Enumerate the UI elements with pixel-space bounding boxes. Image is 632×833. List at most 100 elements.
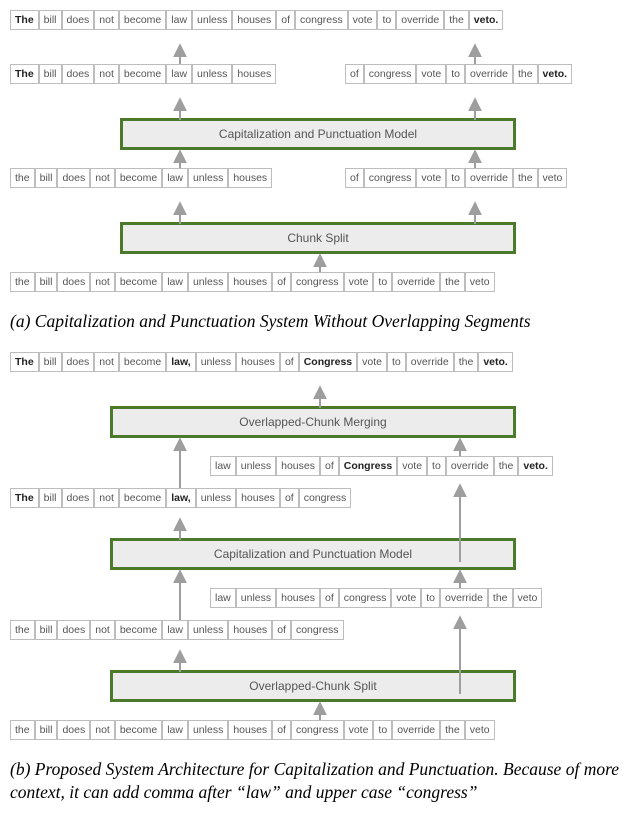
- token: the: [444, 10, 469, 30]
- token: to: [421, 588, 440, 608]
- cap-punct-model-box: Capitalization and Punctuation Model: [120, 118, 516, 150]
- figure-a: Thebilldoesnotbecomelawunlesshousesofcon…: [10, 10, 622, 302]
- token: override: [392, 720, 440, 740]
- token: does: [57, 168, 90, 188]
- token: the: [10, 720, 35, 740]
- token: vote: [416, 168, 446, 188]
- token: unless: [192, 64, 232, 84]
- token: of: [276, 10, 295, 30]
- token: houses: [236, 488, 280, 508]
- token: unless: [188, 168, 228, 188]
- token: the: [440, 272, 465, 292]
- token: the: [513, 168, 538, 188]
- token: houses: [232, 64, 276, 84]
- token: of: [345, 64, 364, 84]
- token: unless: [236, 456, 276, 476]
- token: does: [62, 64, 95, 84]
- token: override: [392, 272, 440, 292]
- token: override: [396, 10, 444, 30]
- token: not: [94, 64, 119, 84]
- chunk-split-box: Chunk Split: [120, 222, 516, 254]
- token: unless: [188, 720, 228, 740]
- token: the: [513, 64, 538, 84]
- token: of: [272, 620, 291, 640]
- token: vote: [344, 720, 374, 740]
- token: to: [387, 352, 406, 372]
- token: congress: [364, 64, 417, 84]
- token: veto.: [518, 456, 553, 476]
- token: the: [494, 456, 519, 476]
- token: override: [465, 64, 513, 84]
- token: congress: [364, 168, 417, 188]
- token: veto: [465, 272, 495, 292]
- token: vote: [397, 456, 427, 476]
- token: Congress: [339, 456, 397, 476]
- token: of: [280, 352, 299, 372]
- token: not: [90, 168, 115, 188]
- input-row: thebilldoesnotbecomelawunlesshousesofcon…: [10, 272, 622, 302]
- token: does: [57, 620, 90, 640]
- token: congress: [299, 488, 352, 508]
- token: become: [119, 64, 166, 84]
- token: the: [454, 352, 479, 372]
- token: bill: [35, 620, 58, 640]
- token: to: [446, 64, 465, 84]
- overlap-merge-box: Overlapped-Chunk Merging: [110, 406, 516, 438]
- token: vote: [357, 352, 387, 372]
- token: to: [373, 720, 392, 740]
- token: vote: [348, 10, 378, 30]
- segmented-input-row: thebilldoesnotbecomelawunlesshouses ofco…: [10, 168, 622, 198]
- token: veto.: [538, 64, 573, 84]
- token: not: [90, 720, 115, 740]
- figure-b-caption: (b) Proposed System Architecture for Cap…: [10, 758, 622, 805]
- token: unless: [188, 620, 228, 640]
- token: law,: [166, 352, 195, 372]
- token: veto: [513, 588, 543, 608]
- token: of: [320, 588, 339, 608]
- token: bill: [39, 488, 62, 508]
- token: bill: [39, 10, 62, 30]
- token: of: [320, 456, 339, 476]
- pre-model-right-row: lawunlesshousesofcongressvotetooverridet…: [10, 588, 622, 614]
- token: The: [10, 64, 39, 84]
- token: to: [373, 272, 392, 292]
- post-model-right-row: lawunlesshousesofCongressvotetooverridet…: [10, 456, 622, 482]
- token: houses: [228, 168, 272, 188]
- token: congress: [291, 272, 344, 292]
- token: does: [62, 488, 95, 508]
- output-row: Thebilldoesnotbecomelawunlesshousesofcon…: [10, 10, 622, 40]
- token: law: [162, 620, 188, 640]
- pre-model-left-row: thebilldoesnotbecomelawunlesshousesofcon…: [10, 620, 622, 646]
- token: unless: [196, 352, 236, 372]
- token: to: [377, 10, 396, 30]
- token: law: [210, 456, 236, 476]
- input-row: thebilldoesnotbecomelawunlesshousesofcon…: [10, 720, 622, 750]
- token: veto.: [478, 352, 513, 372]
- token: not: [94, 488, 119, 508]
- token: veto: [538, 168, 568, 188]
- token: unless: [188, 272, 228, 292]
- token: law: [162, 272, 188, 292]
- token: does: [57, 272, 90, 292]
- token: become: [119, 10, 166, 30]
- token: Congress: [299, 352, 357, 372]
- token: does: [57, 720, 90, 740]
- token: The: [10, 10, 39, 30]
- token: of: [345, 168, 364, 188]
- token: vote: [416, 64, 446, 84]
- token: become: [119, 352, 166, 372]
- token: become: [115, 272, 162, 292]
- token: law: [166, 64, 192, 84]
- token: the: [488, 588, 513, 608]
- figure-b: Thebilldoesnotbecomelaw,unlesshousesofCo…: [10, 352, 622, 750]
- token: the: [440, 720, 465, 740]
- token: vote: [344, 272, 374, 292]
- token: houses: [276, 456, 320, 476]
- token: override: [406, 352, 454, 372]
- token: of: [272, 720, 291, 740]
- token: become: [115, 720, 162, 740]
- token: bill: [35, 168, 58, 188]
- token: to: [446, 168, 465, 188]
- token: law: [210, 588, 236, 608]
- token: become: [119, 488, 166, 508]
